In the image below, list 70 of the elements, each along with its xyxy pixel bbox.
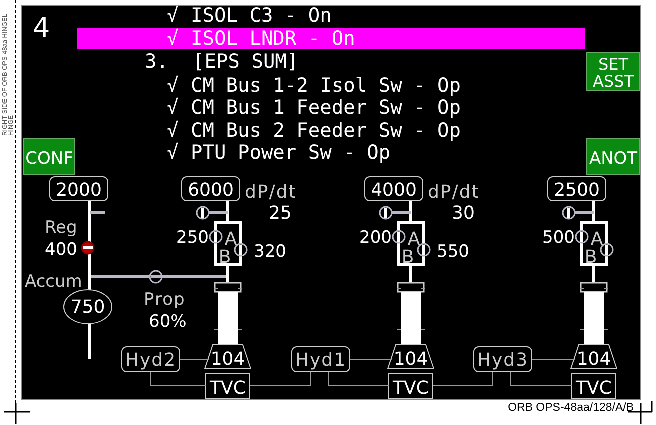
valve-icon: [600, 243, 614, 257]
accumulator-readout: 750: [64, 290, 112, 324]
valve-icon: [392, 230, 406, 244]
port-label: B: [584, 247, 598, 268]
tvc-box: TVC: [572, 374, 616, 400]
hydraulic-box: Hyd2: [122, 346, 180, 372]
valve-icon: [379, 206, 393, 220]
accumulator-label: Accum: [25, 272, 82, 292]
connector-line: [250, 372, 312, 386]
checklist-step: CM Bus 1-2 Isol Sw - Op: [191, 74, 462, 97]
reading-a: 200: [360, 228, 392, 248]
reading-b: 550: [437, 242, 470, 262]
checklist-step: CM Bus 1 Feeder Sw - Op: [191, 96, 462, 119]
pressure-readout: 6000: [182, 176, 240, 202]
connector-line: [150, 372, 206, 386]
valve-icon: [196, 206, 210, 220]
port-label: A: [408, 229, 420, 250]
pressure-readout: 2500: [548, 176, 606, 202]
check-mark: √: [167, 119, 179, 142]
actuator-drawing: [214, 282, 242, 345]
check-mark: √: [167, 4, 179, 27]
check-mark: √: [167, 27, 179, 50]
softkey-button[interactable]: SET ASST: [586, 52, 640, 92]
port-label: A: [590, 229, 604, 250]
hydraulic-box: Hyd3: [474, 346, 532, 372]
reading-a: 500: [542, 228, 575, 248]
engine-nozzle: 104: [570, 344, 618, 370]
checklist-step: PTU Power Sw - Op: [191, 141, 391, 164]
actuator-drawing: [396, 282, 426, 345]
regulator-label: Reg: [45, 218, 78, 238]
pressure-readout: 4000: [364, 176, 424, 202]
page-number: 4: [33, 13, 50, 44]
section-heading: [EPS SUM]: [193, 50, 299, 73]
regulator-value: 400: [45, 240, 78, 260]
valve-icon: [562, 206, 576, 220]
connector-line: [510, 372, 572, 386]
reading-a: 250: [176, 228, 209, 248]
hydraulic-box: Hyd1: [292, 346, 350, 372]
valve-icon: [234, 243, 248, 257]
actuator-drawing: [580, 282, 608, 345]
pressure-readout: 2000: [50, 176, 108, 202]
dpdt-value: 30: [452, 203, 475, 224]
check-mark: √: [167, 74, 179, 97]
dpdt-label: dP/dt: [428, 182, 480, 203]
valve-icon: [209, 230, 223, 244]
port-label: B: [218, 247, 232, 268]
checklist-step: ISOL LNDR - On: [191, 27, 356, 50]
check-mark: √: [167, 141, 179, 164]
checklist-step: ISOL C3 - On: [191, 4, 332, 27]
tvc-box: TVC: [206, 374, 250, 400]
port-label: B: [402, 247, 414, 268]
proportion-label: Prop: [144, 290, 186, 310]
document-code: ORB OPS-48aa/128/A/B: [508, 402, 634, 414]
softkey-button[interactable]: ANOT: [586, 138, 640, 176]
proportion-value: 60%: [149, 312, 187, 332]
step-number: 3.: [145, 50, 168, 73]
softkey-button[interactable]: CONF: [24, 138, 76, 176]
tvc-box: TVC: [388, 374, 434, 400]
connector-line: [432, 372, 494, 386]
connector-line: [328, 372, 390, 386]
dpdt-value: 25: [269, 203, 292, 224]
port-label: A: [224, 229, 238, 250]
engine-nozzle: 104: [204, 344, 252, 370]
reading-b: 320: [254, 242, 286, 262]
valve-icon: [575, 230, 589, 244]
engine-nozzle: 104: [387, 344, 435, 370]
checklist-step: CM Bus 2 Feeder Sw - Op: [191, 119, 462, 142]
dpdt-label: dP/dt: [245, 182, 297, 203]
valve-icon: [417, 243, 431, 257]
check-mark: √: [167, 96, 179, 119]
